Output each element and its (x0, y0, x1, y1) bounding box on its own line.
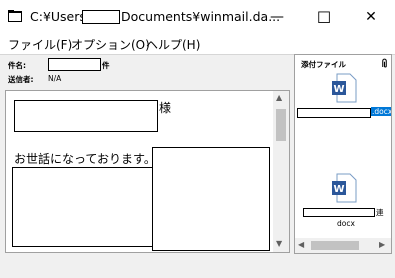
redacted-body-block (12, 167, 155, 247)
paperclip-icon (382, 58, 387, 68)
folder-icon (8, 10, 22, 22)
h-scroll-thumb[interactable] (311, 241, 359, 250)
redacted-filename (297, 108, 371, 118)
body-vertical-scrollbar[interactable]: ▲ ▼ (273, 91, 289, 252)
status-area (0, 256, 395, 278)
scroll-right-arrow[interactable]: ▶ (379, 240, 385, 249)
attachments-horizontal-scrollbar[interactable]: ◀ ▶ (295, 238, 391, 253)
message-body[interactable]: 様 お世話になっております。 (5, 90, 290, 253)
svg-text:W: W (333, 84, 344, 95)
svg-text:W: W (333, 184, 344, 195)
word-doc-icon: W (332, 173, 357, 203)
salutation-suffix: 様 (159, 101, 172, 115)
maximize-icon: ☐ (316, 7, 332, 27)
menu-help[interactable]: ヘルプ(H) (146, 36, 200, 53)
redacted-recipient (14, 100, 158, 132)
redacted-subject (48, 58, 101, 71)
maximize-button[interactable]: ☐ (303, 0, 345, 34)
redacted-body-block-2 (152, 147, 270, 251)
close-button[interactable]: ✕ (350, 0, 392, 34)
scroll-left-arrow[interactable]: ◀ (298, 240, 304, 249)
redacted-filename (303, 208, 375, 217)
attachment-item[interactable]: W .docx (297, 73, 391, 121)
subject-suffix: 件 (102, 61, 110, 70)
scroll-up-arrow[interactable]: ▲ (276, 93, 282, 102)
menu-file[interactable]: ファイル(F) (8, 36, 72, 53)
redacted-username (82, 10, 120, 24)
word-doc-icon: W (332, 73, 357, 103)
sender-label: 送信者: (8, 75, 34, 84)
close-icon: ✕ (365, 9, 377, 25)
attachment-item[interactable]: W 連 docx (297, 173, 391, 228)
attachments-panel: 添付ファイル W .docx W 連 docx (294, 54, 392, 254)
scroll-thumb[interactable] (276, 109, 286, 141)
subject-label: 件名: (8, 61, 26, 70)
scroll-down-arrow[interactable]: ▼ (276, 239, 282, 248)
attachment-name-suffix: 連 (376, 208, 384, 217)
menu-options[interactable]: オプション(O) (71, 36, 150, 53)
attachment-name-line2: docx (337, 219, 355, 228)
sender-value: N/A (48, 74, 62, 83)
minimize-button[interactable]: — (256, 0, 298, 34)
greeting-text: お世話になっております。 (14, 152, 156, 166)
minimize-icon: — (270, 9, 284, 25)
attachment-ext: .docx (371, 107, 392, 116)
attachments-label: 添付ファイル (301, 60, 346, 69)
